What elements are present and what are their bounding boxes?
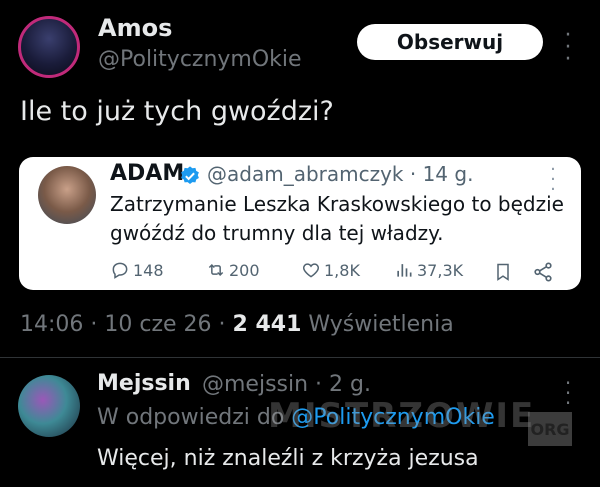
analytics-icon xyxy=(397,264,412,277)
views-label: Wyświetlenia xyxy=(301,312,454,337)
reply-count: 148 xyxy=(133,260,164,280)
tweet-text: Ile to już tych gwoździ? xyxy=(20,96,334,127)
like-count: 1,8K xyxy=(324,260,360,280)
reply-stat[interactable]: 148 xyxy=(110,260,164,280)
reply-text: Więcej, niż znaleźli z krzyża jezusa xyxy=(97,446,479,471)
like-stat[interactable]: 1,8K xyxy=(301,260,360,280)
more-options-icon[interactable]: · · · xyxy=(560,25,576,71)
watermark-suffix: ORG xyxy=(528,412,572,446)
verified-badge-icon xyxy=(181,166,199,184)
author-avatar[interactable] xyxy=(18,16,80,78)
divider xyxy=(0,357,600,358)
heart-icon xyxy=(302,263,320,278)
author-handle[interactable]: @PolitycznymOkie xyxy=(98,47,302,72)
retweet-count: 200 xyxy=(229,260,260,280)
reply-author-handle[interactable]: @mejssin · 2 g. xyxy=(202,372,371,397)
reply-to-prefix: W odpowiedzi do xyxy=(97,405,292,430)
retweet-icon xyxy=(208,263,224,277)
views-count: 37,3K xyxy=(417,260,464,280)
bookmark-icon[interactable] xyxy=(493,261,513,283)
retweet-stat[interactable]: 200 xyxy=(206,260,260,280)
tweet-meta: 14:06 · 10 cze 26 · 2 441 Wyświetlenia xyxy=(20,312,454,337)
reply-author-name[interactable]: Mejssin xyxy=(97,371,191,396)
share-icon[interactable] xyxy=(532,261,554,283)
views-number: 2 441 xyxy=(232,312,302,337)
quoted-tweet-text: Zatrzymanie Leszka Kraskowskiego to będz… xyxy=(110,192,564,245)
watermark: MISTRZOWIE xyxy=(268,396,536,436)
views-stat[interactable]: 37,3K xyxy=(394,260,463,280)
follow-button[interactable]: Obserwuj xyxy=(357,24,543,60)
quoted-tweet-card[interactable]: ADAM @adam_abramczyk · 14 g. · · · Zatrzym… xyxy=(19,157,581,290)
quoted-author-handle[interactable]: @adam_abramczyk · 14 g. xyxy=(207,162,473,186)
quoted-author-avatar[interactable] xyxy=(38,166,96,224)
reply-author-avatar[interactable] xyxy=(18,375,80,437)
author-name[interactable]: Amos xyxy=(98,14,172,42)
reply-more-icon[interactable]: · · · xyxy=(562,373,574,413)
quoted-author-name[interactable]: ADAM xyxy=(110,161,184,186)
reply-icon xyxy=(112,262,128,279)
tweet-timestamp: 14:06 · 10 cze 26 · xyxy=(20,312,233,337)
